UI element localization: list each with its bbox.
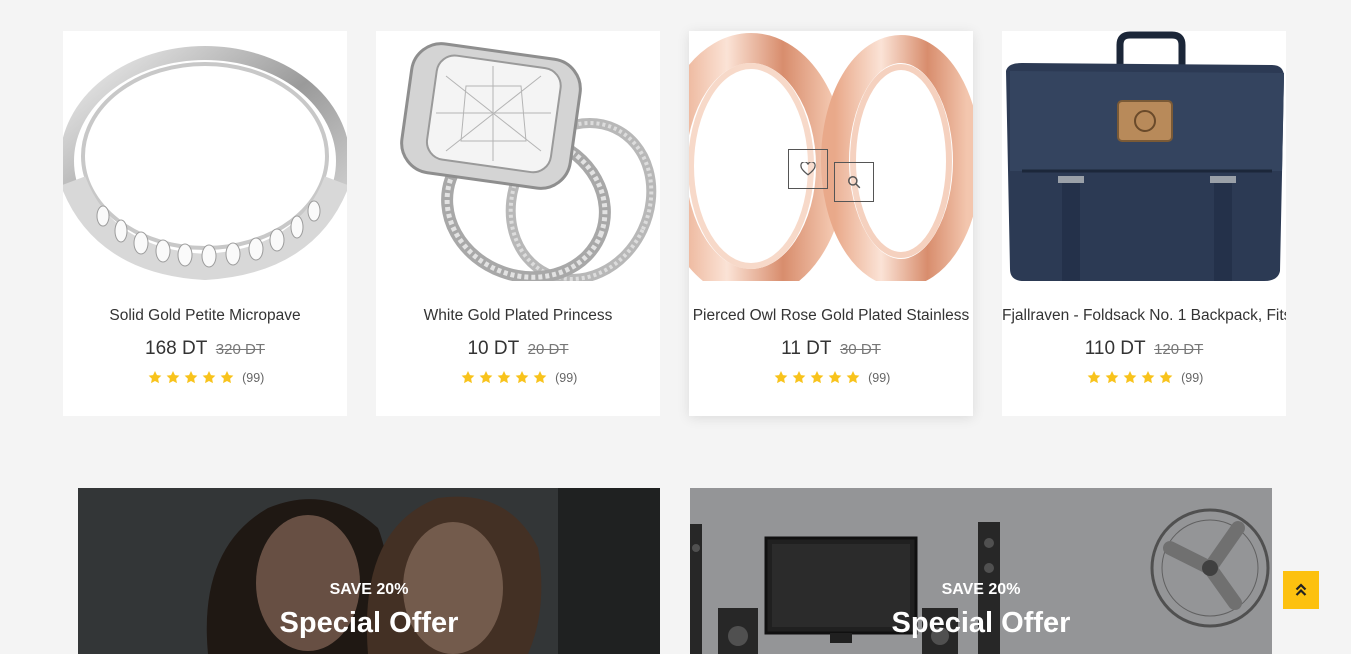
review-count: (99) xyxy=(242,370,265,385)
promo-banner-electronics[interactable]: SAVE 20% Special Offer xyxy=(690,488,1272,654)
star-icon xyxy=(533,371,547,384)
price-row: 11 DT 30 DT xyxy=(689,338,973,360)
star-icon xyxy=(479,371,493,384)
star-icon xyxy=(774,371,788,384)
star-icon xyxy=(792,371,806,384)
star-icon xyxy=(497,371,511,384)
product-rating: (99) xyxy=(376,369,660,387)
product-old-price: 30 DT xyxy=(839,341,881,358)
product-image[interactable] xyxy=(689,31,973,281)
star-icon xyxy=(166,371,180,384)
star-icon xyxy=(828,371,842,384)
star-icon xyxy=(184,371,198,384)
product-image[interactable] xyxy=(63,31,347,281)
promo-banner-fashion[interactable]: SAVE 20% Special Offer xyxy=(78,488,660,654)
product-image[interactable] xyxy=(1002,31,1286,281)
review-count: (99) xyxy=(555,370,578,385)
review-count: (99) xyxy=(1181,370,1204,385)
product-price: 11 DT xyxy=(781,338,832,359)
star-icon xyxy=(1141,371,1155,384)
product-name[interactable]: Pierced Owl Rose Gold Plated Stainless xyxy=(689,307,973,325)
product-card[interactable]: White Gold Plated Princess 10 DT 20 DT (… xyxy=(376,31,660,416)
product-old-price: 320 DT xyxy=(215,341,265,358)
product-image[interactable] xyxy=(376,31,660,281)
product-price: 10 DT xyxy=(467,338,520,359)
product-price: 110 DT xyxy=(1084,338,1146,359)
product-name[interactable]: Fjallraven - Foldsack No. 1 Backpack, Fi… xyxy=(1002,307,1286,325)
product-card[interactable]: Solid Gold Petite Micropave 168 DT 320 D… xyxy=(63,31,347,416)
star-icon xyxy=(461,371,475,384)
star-icon xyxy=(220,371,234,384)
star-icon xyxy=(1159,371,1173,384)
star-icon xyxy=(1087,371,1101,384)
double-chevron-up-icon xyxy=(1295,583,1307,596)
star-icon xyxy=(515,371,529,384)
wishlist-button[interactable] xyxy=(788,149,828,189)
price-row: 110 DT 120 DT xyxy=(1002,338,1286,360)
star-icon xyxy=(810,371,824,384)
banner-discount: SAVE 20% xyxy=(329,581,409,598)
product-name[interactable]: Solid Gold Petite Micropave xyxy=(63,307,347,325)
banner-title[interactable]: Special Offer xyxy=(78,607,660,640)
star-icon xyxy=(1123,371,1137,384)
price-row: 168 DT 320 DT xyxy=(63,338,347,360)
star-icon xyxy=(202,371,216,384)
product-card[interactable]: Fjallraven - Foldsack No. 1 Backpack, Fi… xyxy=(1002,31,1286,416)
search-icon xyxy=(848,176,861,189)
product-name[interactable]: White Gold Plated Princess xyxy=(376,307,660,325)
banner-title[interactable]: Special Offer xyxy=(690,607,1272,640)
review-count: (99) xyxy=(868,370,891,385)
banner-discount: SAVE 20% xyxy=(941,581,1021,598)
product-old-price: 20 DT xyxy=(527,341,569,358)
star-icon xyxy=(1105,371,1119,384)
star-icon xyxy=(846,371,860,384)
star-icon xyxy=(148,371,162,384)
scroll-to-top-button[interactable] xyxy=(1283,571,1319,609)
product-rating: (99) xyxy=(689,369,973,387)
price-row: 10 DT 20 DT xyxy=(376,338,660,360)
product-card[interactable]: Pierced Owl Rose Gold Plated Stainless 1… xyxy=(689,31,973,416)
quick-view-button[interactable] xyxy=(834,162,874,202)
product-grid: Solid Gold Petite Micropave 168 DT 320 D… xyxy=(63,31,1287,416)
heart-icon xyxy=(800,162,816,176)
product-price: 168 DT xyxy=(145,338,208,359)
product-rating: (99) xyxy=(1002,369,1286,387)
product-rating: (99) xyxy=(63,369,347,387)
product-old-price: 120 DT xyxy=(1154,341,1204,358)
